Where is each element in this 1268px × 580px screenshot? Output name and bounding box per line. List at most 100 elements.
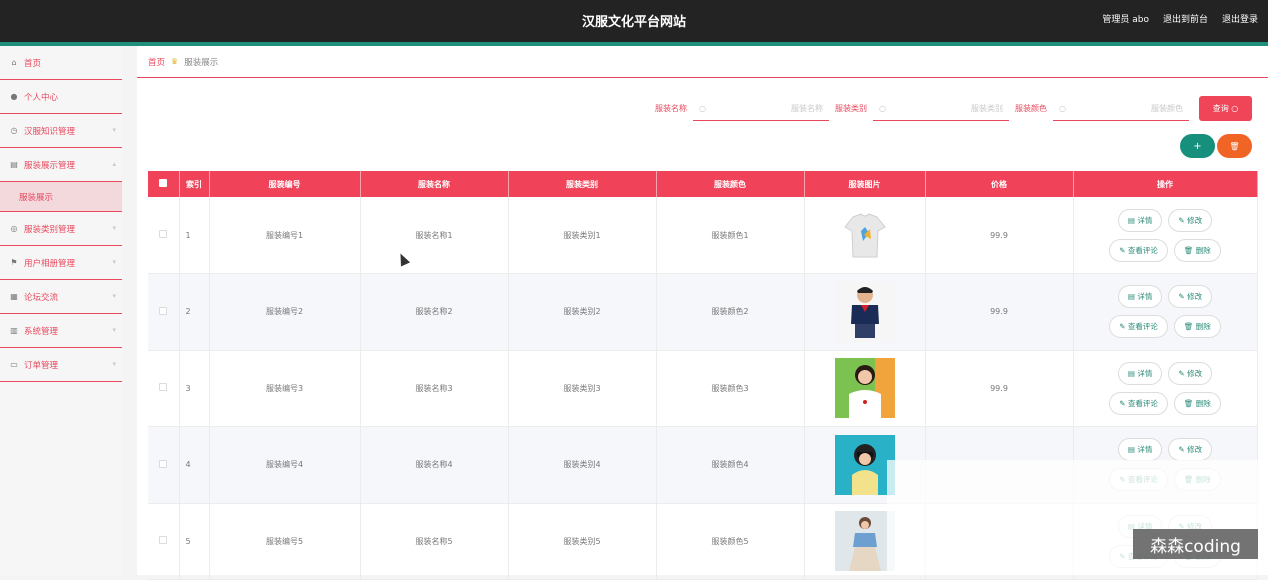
user-icon: ● — [10, 92, 18, 101]
cell-price: 99.9 — [925, 350, 1074, 427]
sidebar: ⌂ 首页 ● 个人中心 ◷ 汉服知识管理 ▾ ▤ 服装展示管理 ▴ 服装展示 ◎ 服装类别管理… — [0, 46, 122, 575]
name-search-input[interactable]: ○ 服装名称 — [693, 97, 829, 121]
select-all-checkbox[interactable] — [148, 171, 180, 197]
delete-button[interactable]: 🗑 删除 — [1173, 238, 1221, 262]
detail-button[interactable]: ▤ 详情 — [1117, 208, 1163, 232]
row-checkbox[interactable] — [148, 426, 180, 504]
pencil-icon: ✎ — [1178, 292, 1185, 302]
chevron-down-icon: ▾ — [112, 258, 116, 266]
admin-name: 管理员 abo — [1102, 15, 1149, 25]
cell-actions: ▤ 详情 ✎ 修改 ✎ 查看评论 🗑 删除 — [1073, 350, 1258, 427]
detail-button[interactable]: ▤ 详情 — [1117, 285, 1163, 309]
clothing-image — [834, 358, 895, 419]
clock-icon: ◷ — [10, 126, 18, 135]
cell-color: 服装颜色1 — [656, 197, 805, 274]
query-button[interactable]: 查询 ○ — [1199, 96, 1252, 121]
type-label: 服装类别 — [835, 104, 867, 113]
crown-icon: ♛ — [171, 57, 179, 66]
sidebar-item-orders[interactable]: ▭ 订单管理 ▾ — [0, 348, 122, 382]
row-checkbox[interactable] — [148, 503, 180, 580]
edit-button[interactable]: ✎ 修改 — [1168, 361, 1213, 385]
cell-actions: ▤ 详情 ✎ 修改 ✎ 查看评论 🗑 删除 — [1073, 273, 1258, 351]
row-checkbox[interactable] — [148, 273, 180, 351]
cell-index: 3 — [179, 350, 210, 427]
col-image: 服装图片 — [804, 171, 926, 197]
top-bar: 汉服文化平台网站 管理员 abo 退出到前台 退出登录 — [0, 0, 1268, 42]
clothing-image — [834, 205, 895, 265]
pencil-icon: ✎ — [1119, 245, 1126, 255]
cell-index: 1 — [179, 197, 210, 274]
row-checkbox[interactable] — [148, 350, 180, 427]
col-color: 服装颜色 — [656, 171, 805, 197]
breadcrumb-current: 服装展示 — [184, 57, 219, 68]
col-code: 服装编号 — [209, 171, 361, 197]
grid-icon: ▦ — [10, 292, 18, 301]
sidebar-item-display[interactable]: ▤ 服装展示管理 ▴ — [0, 148, 122, 182]
trash-icon: 🗑 — [1183, 398, 1194, 408]
col-index: 索引 — [179, 171, 210, 197]
add-button[interactable]: + — [1180, 134, 1215, 158]
table-header-row: 索引 服装编号 服装名称 服装类别 服装颜色 服装图片 价格 操作 — [148, 171, 1258, 197]
sidebar-item-system[interactable]: ▥ 系统管理 ▾ — [0, 314, 122, 348]
search-icon: ○ — [1231, 104, 1239, 113]
doc-icon: ▤ — [1127, 445, 1135, 455]
edit-button[interactable]: ✎ 修改 — [1168, 438, 1213, 462]
exit-to-front-link[interactable]: 退出到前台 — [1163, 12, 1208, 25]
trash-icon: 🗑 — [1229, 141, 1240, 151]
edit-button[interactable]: ✎ 修改 — [1168, 208, 1213, 232]
delete-button[interactable]: 🗑 删除 — [1173, 315, 1221, 339]
pencil-icon: ✎ — [1119, 322, 1126, 332]
cell-code: 服装编号4 — [209, 426, 361, 504]
cell-index: 2 — [179, 273, 210, 351]
cell-color: 服装颜色2 — [656, 273, 805, 351]
row-checkbox[interactable] — [148, 197, 180, 274]
chevron-down-icon: ▾ — [112, 360, 116, 368]
search-icon: ○ — [699, 103, 706, 113]
cell-name: 服装名称5 — [360, 503, 509, 580]
cell-image — [804, 273, 926, 351]
logout-link[interactable]: 退出登录 — [1222, 12, 1258, 25]
detail-button[interactable]: ▤ 详情 — [1117, 361, 1163, 385]
sidebar-item-knowledge[interactable]: ◷ 汉服知识管理 ▾ — [0, 114, 122, 148]
cell-actions: ▤ 详情 ✎ 修改 ✎ 查看评论 🗑 删除 — [1073, 197, 1258, 274]
plus-icon: + — [1193, 140, 1202, 152]
col-actions: 操作 — [1073, 171, 1258, 197]
cell-color: 服装颜色4 — [656, 426, 805, 504]
view-comments-button[interactable]: ✎ 查看评论 — [1109, 238, 1168, 262]
cell-index: 4 — [179, 426, 210, 504]
batch-delete-button[interactable]: 🗑 — [1217, 134, 1252, 158]
sidebar-subitem-display[interactable]: 服装展示 — [0, 182, 122, 212]
pencil-icon: ✎ — [1178, 215, 1185, 225]
cell-type: 服装类别5 — [508, 503, 657, 580]
color-search-input[interactable]: ○ 服装颜色 — [1053, 97, 1189, 121]
search-icon: ○ — [1059, 103, 1066, 113]
search-icon: ○ — [879, 103, 886, 113]
type-search-input[interactable]: ○ 服装类别 — [873, 97, 1009, 121]
chevron-up-icon: ▴ — [112, 160, 116, 168]
col-name: 服装名称 — [360, 171, 509, 197]
breadcrumb-home[interactable]: 首页 — [148, 56, 165, 68]
cell-price: 99.9 — [925, 273, 1074, 351]
breadcrumb: 首页 ♛ 服装展示 — [137, 46, 1268, 78]
view-comments-button[interactable]: ✎ 查看评论 — [1109, 391, 1168, 415]
col-type: 服装类别 — [508, 171, 657, 197]
sidebar-item-home[interactable]: ⌂ 首页 — [0, 46, 122, 80]
cell-price: 99.9 — [925, 197, 1074, 274]
cell-color: 服装颜色3 — [656, 350, 805, 427]
sidebar-item-album[interactable]: ⚑ 用户相册管理 ▾ — [0, 246, 122, 280]
chevron-down-icon: ▾ — [112, 126, 116, 134]
edit-button[interactable]: ✎ 修改 — [1168, 285, 1213, 309]
sidebar-item-profile[interactable]: ● 个人中心 — [0, 80, 122, 114]
detail-button[interactable]: ▤ 详情 — [1117, 438, 1163, 462]
cell-name: 服装名称3 — [360, 350, 509, 427]
chevron-down-icon: ▾ — [112, 224, 116, 232]
delete-button[interactable]: 🗑 删除 — [1173, 391, 1221, 415]
pencil-icon: ✎ — [1178, 445, 1185, 455]
cell-color: 服装颜色5 — [656, 503, 805, 580]
table-row: 1 服装编号1 服装名称1 服装类别1 服装颜色1 99.9 ▤ 详情 ✎ 修改… — [148, 197, 1258, 274]
sidebar-item-category[interactable]: ◎ 服装类别管理 ▾ — [0, 212, 122, 246]
sidebar-item-forum[interactable]: ▦ 论坛交流 ▾ — [0, 280, 122, 314]
compass-icon: ◎ — [10, 224, 18, 233]
view-comments-button[interactable]: ✎ 查看评论 — [1109, 315, 1168, 339]
col-price: 价格 — [925, 171, 1074, 197]
